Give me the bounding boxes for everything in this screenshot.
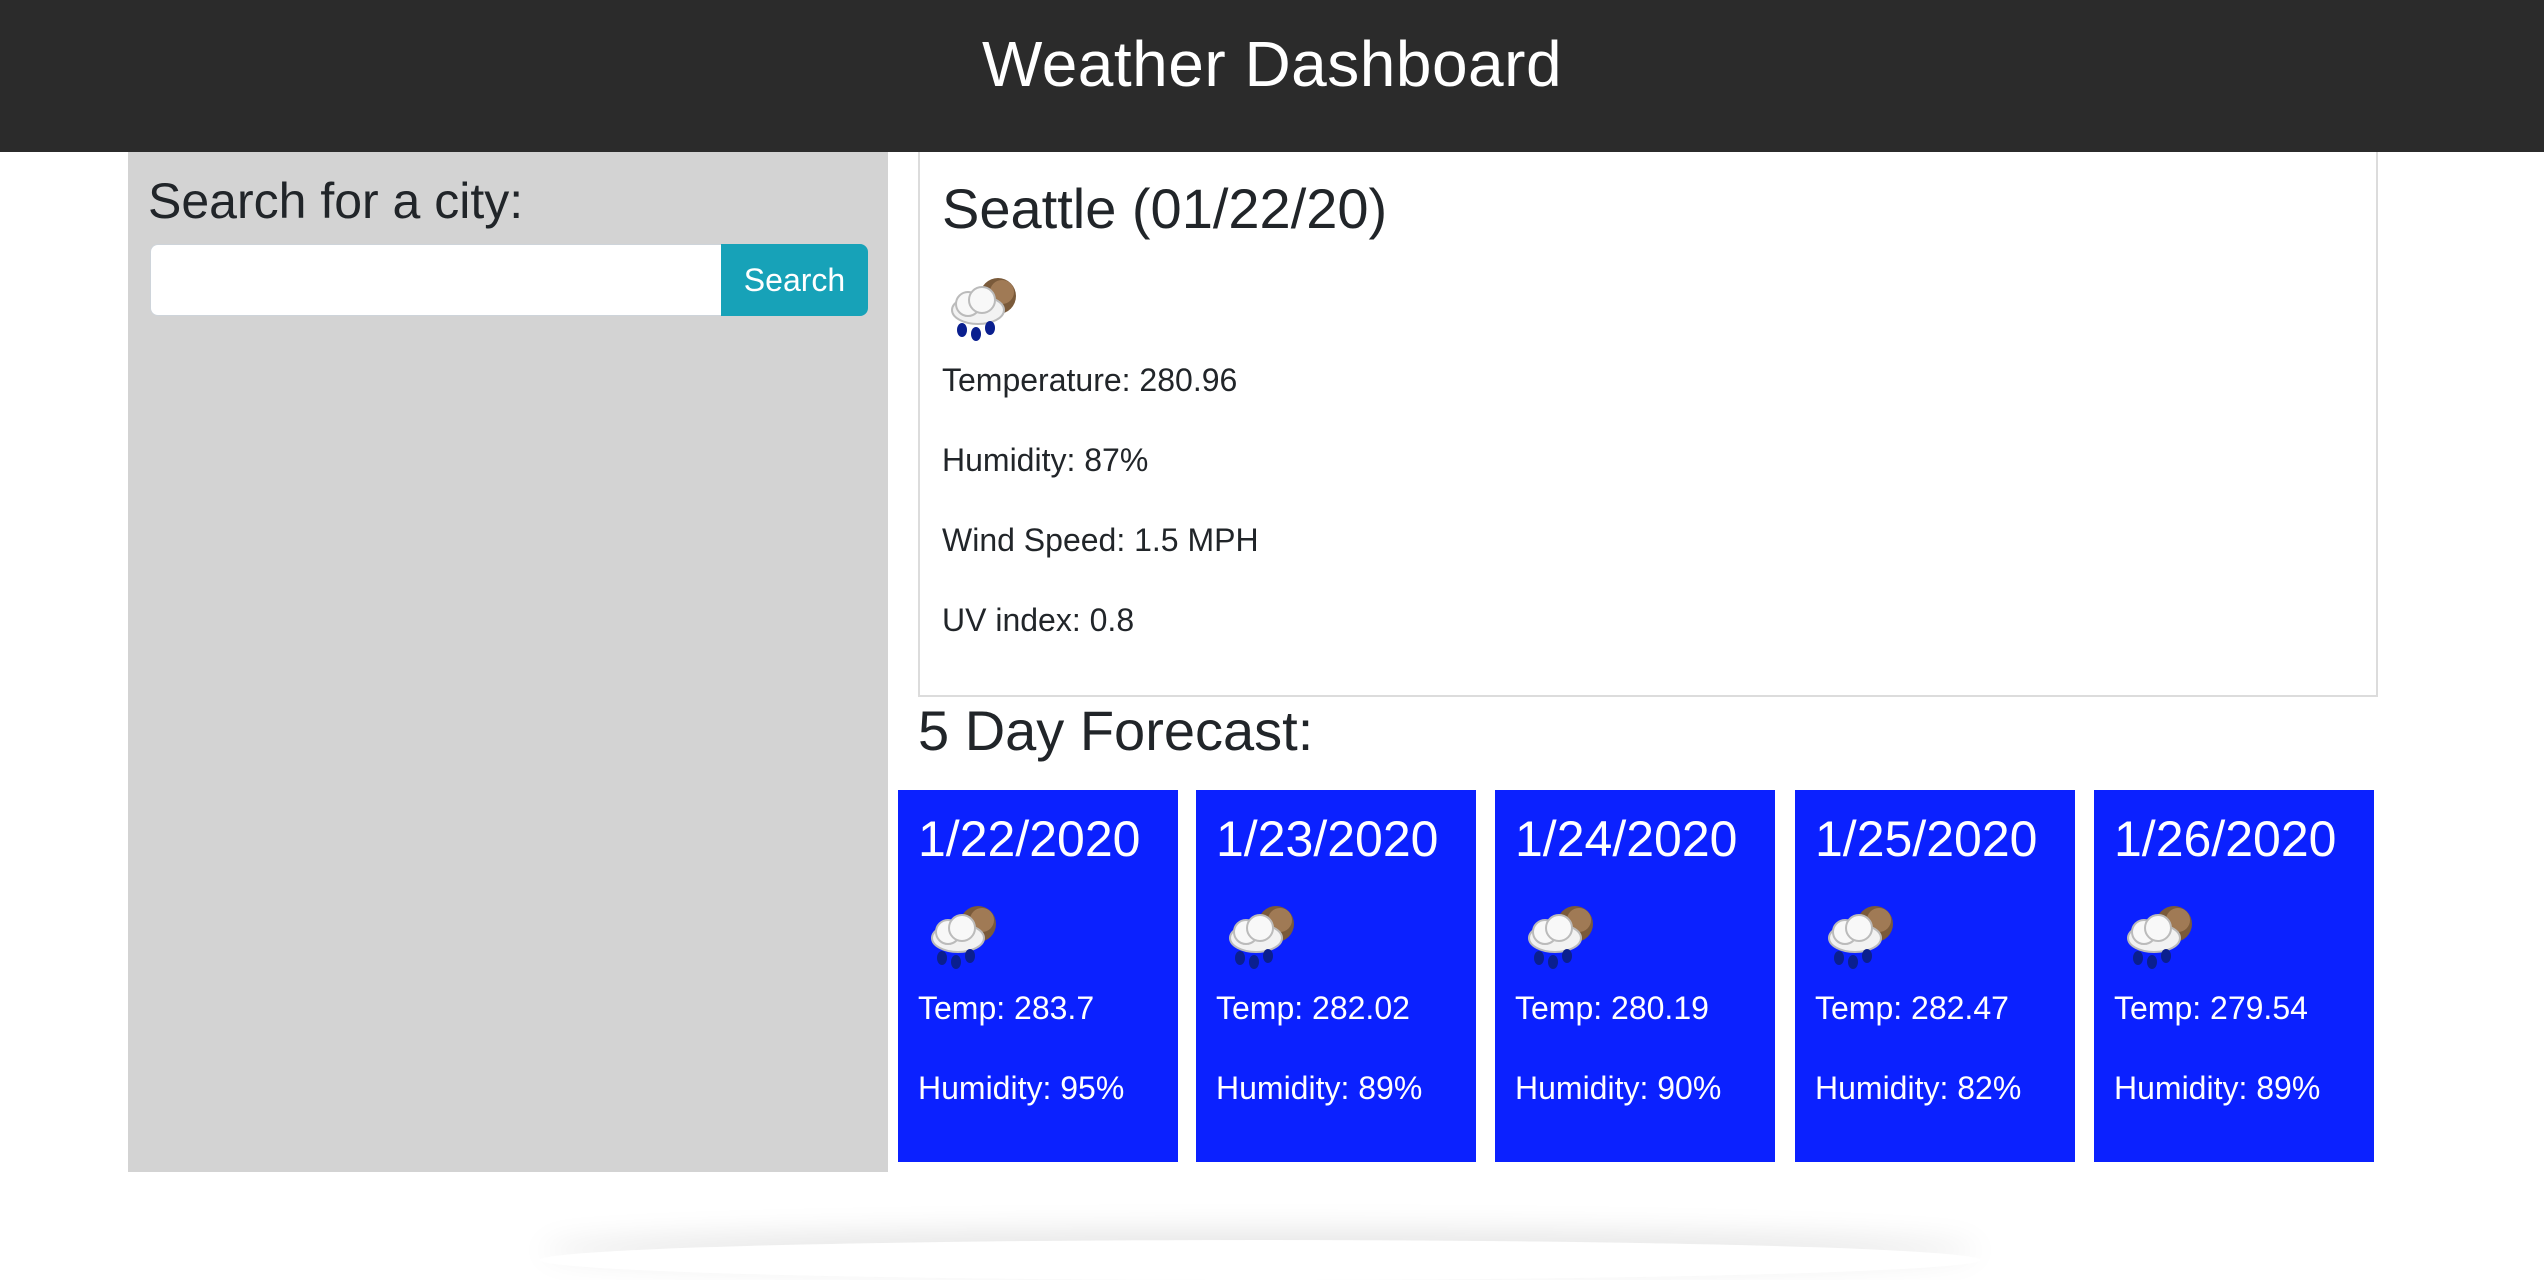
forecast-humidity: Humidity: 82% bbox=[1815, 1070, 2022, 1106]
forecast-temp: Temp: 279.54 bbox=[2114, 990, 2308, 1026]
forecast-heading: 5 Day Forecast: bbox=[918, 699, 1314, 762]
forecast-date: 1/23/2020 bbox=[1216, 811, 1439, 867]
forecast-humidity: Humidity: 89% bbox=[2114, 1070, 2321, 1106]
forecast-card: 1/25/2020 Temp: 282.47 Humidity: 82% bbox=[1795, 790, 2075, 1162]
forecast-temp: Temp: 283.7 bbox=[918, 990, 1095, 1026]
current-temperature: Temperature: 280.96 bbox=[942, 362, 1238, 398]
rain-cloud-icon bbox=[2116, 898, 2204, 979]
search-sidebar: Search for a city: Search bbox=[128, 152, 888, 1172]
forecast-date: 1/26/2020 bbox=[2114, 811, 2337, 867]
rain-cloud-icon bbox=[940, 270, 1028, 351]
forecast-card: 1/24/2020 Temp: 280.19 Humidity: 90% bbox=[1495, 790, 1775, 1162]
forecast-humidity: Humidity: 89% bbox=[1216, 1070, 1423, 1106]
current-wind-speed: Wind Speed: 1.5 MPH bbox=[942, 522, 1259, 558]
current-uv-index: UV index: 0.8 bbox=[942, 602, 1135, 638]
forecast-card: 1/26/2020 Temp: 279.54 Humidity: 89% bbox=[2094, 790, 2374, 1162]
rain-cloud-icon bbox=[1517, 898, 1605, 979]
forecast-humidity: Humidity: 90% bbox=[1515, 1070, 1722, 1106]
bottom-shadow bbox=[540, 1240, 1980, 1280]
forecast-temp: Temp: 282.02 bbox=[1216, 990, 1410, 1026]
forecast-temp: Temp: 282.47 bbox=[1815, 990, 2009, 1026]
rain-cloud-icon bbox=[1218, 898, 1306, 979]
forecast-card: 1/23/2020 Temp: 282.02 Humidity: 89% bbox=[1196, 790, 1476, 1162]
forecast-temp: Temp: 280.19 bbox=[1515, 990, 1709, 1026]
rain-cloud-icon bbox=[920, 898, 1008, 979]
current-weather-panel: Seattle (01/22/20) Temperature: 280.96 H… bbox=[918, 152, 2378, 697]
forecast-date: 1/25/2020 bbox=[1815, 811, 2038, 867]
search-button[interactable]: Search bbox=[721, 244, 868, 316]
header-bar: Weather Dashboard bbox=[0, 0, 2544, 152]
forecast-humidity: Humidity: 95% bbox=[918, 1070, 1125, 1106]
forecast-date: 1/24/2020 bbox=[1515, 811, 1738, 867]
current-humidity: Humidity: 87% bbox=[942, 442, 1149, 478]
city-search-input[interactable] bbox=[150, 244, 722, 316]
forecast-date: 1/22/2020 bbox=[918, 811, 1141, 867]
forecast-card: 1/22/2020 Temp: 283.7 Humidity: 95% bbox=[898, 790, 1178, 1162]
search-heading: Search for a city: bbox=[148, 173, 524, 229]
current-city-heading: Seattle (01/22/20) bbox=[942, 177, 1388, 240]
rain-cloud-icon bbox=[1817, 898, 1905, 979]
page-title: Weather Dashboard bbox=[981, 28, 1563, 100]
